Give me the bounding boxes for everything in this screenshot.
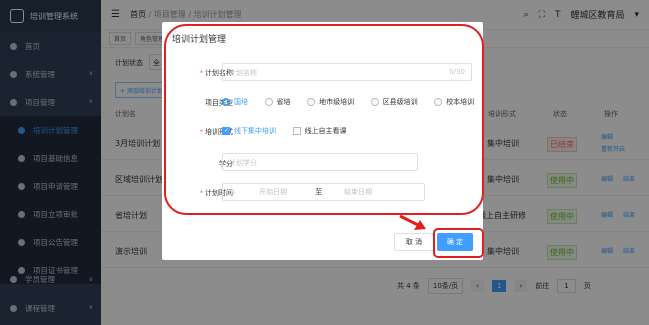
highlight-confirm-outline: [433, 228, 484, 258]
red-arrow-icon: [399, 214, 426, 230]
highlight-form-outline: [164, 24, 484, 215]
